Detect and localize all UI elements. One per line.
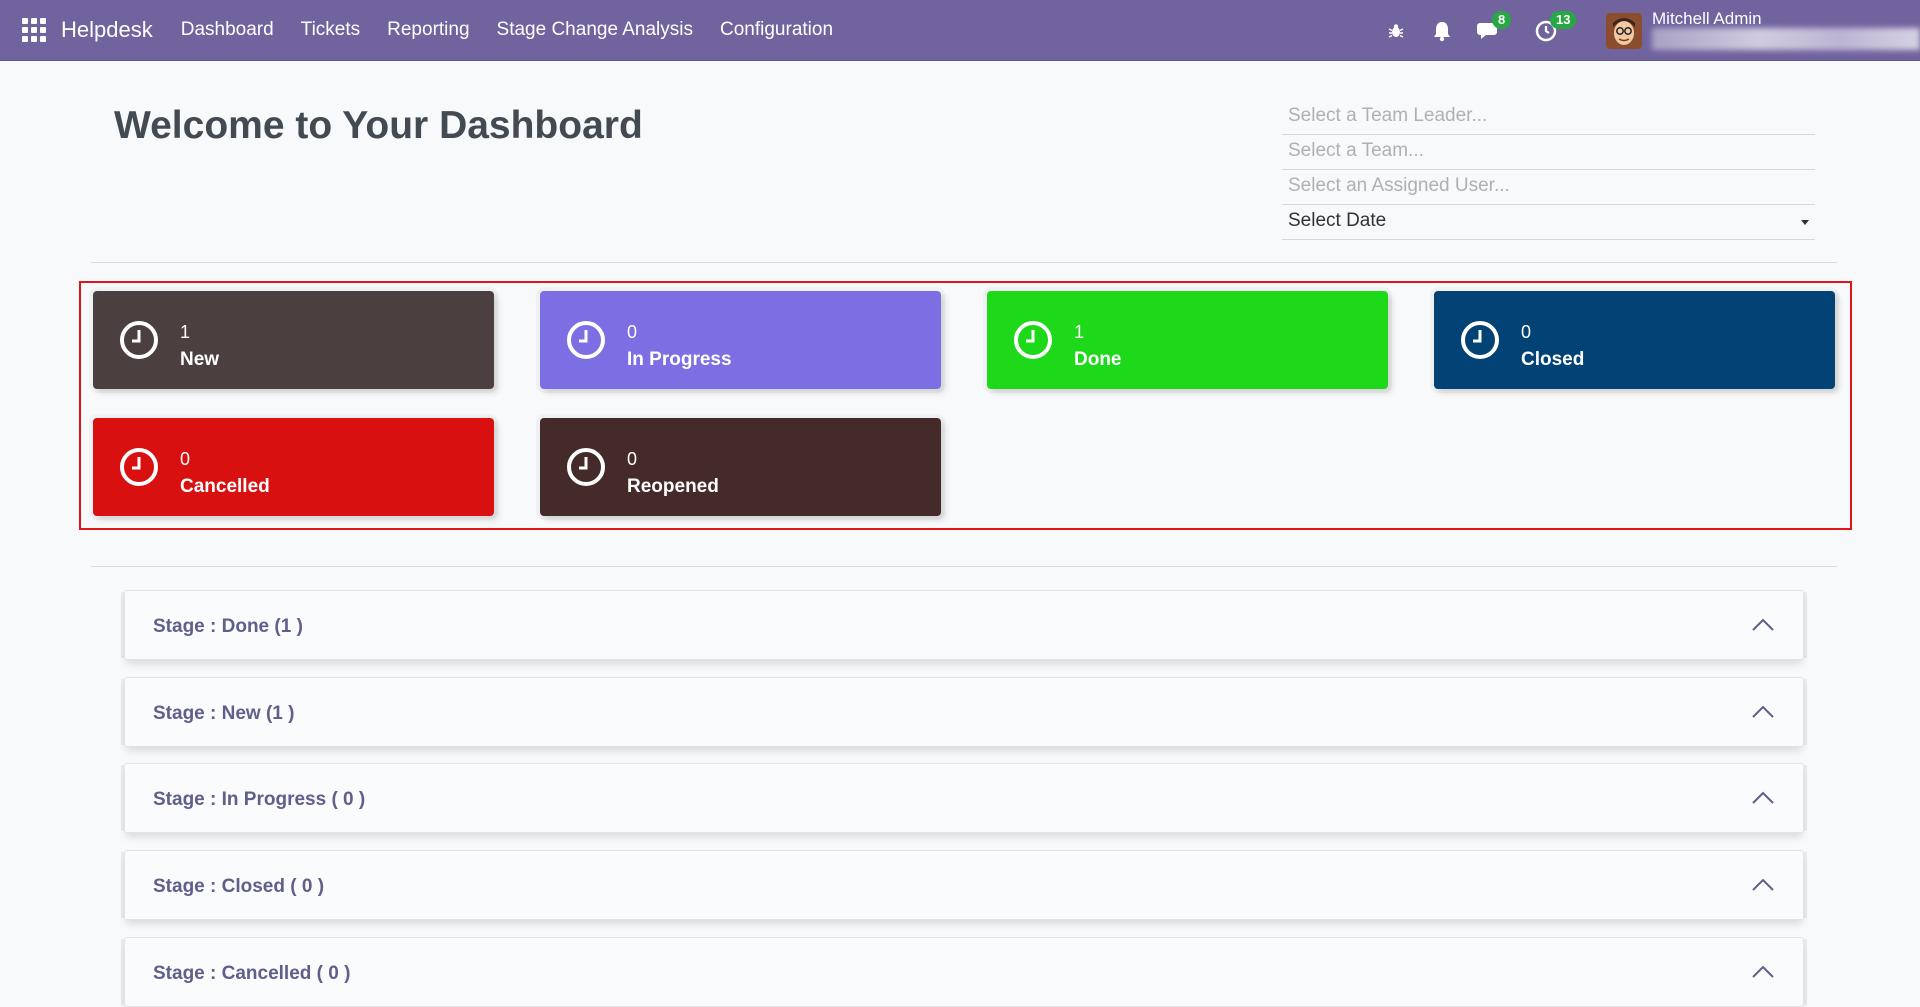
stage-accordion-closed[interactable]: Stage : Closed ( 0 ) bbox=[124, 850, 1804, 920]
activities-badge: 13 bbox=[1550, 10, 1577, 29]
card-count: 0 bbox=[1521, 322, 1532, 342]
card-count: 0 bbox=[180, 449, 191, 469]
card-label: Cancelled bbox=[180, 476, 270, 497]
bell-icon[interactable] bbox=[1428, 17, 1456, 45]
chat-icon[interactable]: 8 bbox=[1474, 10, 1512, 45]
top-navbar: Helpdesk Dashboard Tickets Reporting Sta… bbox=[0, 0, 1920, 61]
menu-dashboard[interactable]: Dashboard bbox=[181, 19, 274, 41]
chevron-up-icon[interactable] bbox=[1751, 876, 1775, 892]
dashboard-filters: Select a Team Leader... Select a Team...… bbox=[1282, 100, 1815, 240]
clock-icon bbox=[1461, 321, 1499, 359]
page-title: Welcome to Your Dashboard bbox=[114, 104, 643, 147]
chevron-up-icon[interactable] bbox=[1751, 616, 1775, 632]
team-leader-input[interactable]: Select a Team Leader... bbox=[1282, 100, 1815, 135]
menu-stage-change-analysis[interactable]: Stage Change Analysis bbox=[497, 19, 693, 41]
team-input[interactable]: Select a Team... bbox=[1282, 135, 1815, 170]
stage-title: Stage : New (1 ) bbox=[153, 703, 295, 724]
bug-icon[interactable] bbox=[1382, 17, 1410, 45]
header-divider bbox=[91, 262, 1837, 263]
card-done[interactable]: 1 Done bbox=[987, 291, 1388, 389]
stage-title: Stage : In Progress ( 0 ) bbox=[153, 789, 366, 810]
card-count: 1 bbox=[1074, 322, 1085, 342]
card-count: 0 bbox=[627, 449, 638, 469]
chevron-up-icon[interactable] bbox=[1751, 963, 1775, 979]
card-new[interactable]: 1 New bbox=[93, 291, 494, 389]
stage-accordion-done[interactable]: Stage : Done (1 ) bbox=[124, 590, 1804, 660]
menu-tickets[interactable]: Tickets bbox=[301, 19, 360, 41]
stage-title: Stage : Done (1 ) bbox=[153, 616, 303, 637]
card-cancelled[interactable]: 0 Cancelled bbox=[93, 418, 494, 516]
stage-accordion-new[interactable]: Stage : New (1 ) bbox=[124, 677, 1804, 747]
card-label: Closed bbox=[1521, 349, 1585, 370]
card-count: 1 bbox=[180, 322, 191, 342]
card-reopened[interactable]: 0 Reopened bbox=[540, 418, 941, 516]
clock-icon bbox=[1014, 321, 1052, 359]
cards-divider bbox=[91, 566, 1837, 567]
messages-badge: 8 bbox=[1492, 10, 1512, 29]
user-company-blurred bbox=[1652, 28, 1920, 50]
clock-icon bbox=[567, 321, 605, 359]
chevron-up-icon[interactable] bbox=[1751, 703, 1775, 719]
user-name: Mitchell Admin bbox=[1652, 9, 1762, 28]
assigned-user-input[interactable]: Select an Assigned User... bbox=[1282, 170, 1815, 205]
stage-title: Stage : Cancelled ( 0 ) bbox=[153, 963, 351, 984]
clock-icon[interactable]: 13 bbox=[1532, 10, 1577, 45]
stage-accordion-in-progress[interactable]: Stage : In Progress ( 0 ) bbox=[124, 763, 1804, 833]
menu-reporting[interactable]: Reporting bbox=[387, 19, 469, 41]
card-in-progress[interactable]: 0 In Progress bbox=[540, 291, 941, 389]
avatar[interactable] bbox=[1606, 12, 1642, 49]
app-brand[interactable]: Helpdesk bbox=[61, 17, 153, 43]
card-closed[interactable]: 0 Closed bbox=[1434, 291, 1835, 389]
date-select-value: Select Date bbox=[1288, 210, 1387, 231]
card-label: In Progress bbox=[627, 349, 732, 370]
main-menu: Dashboard Tickets Reporting Stage Change… bbox=[181, 19, 860, 41]
date-select[interactable]: Select Date bbox=[1282, 205, 1815, 240]
card-label: New bbox=[180, 349, 220, 370]
navbar-right: 8 13 Mitchell Admin bbox=[1382, 0, 1920, 61]
card-label: Done bbox=[1074, 349, 1122, 370]
clock-icon bbox=[120, 448, 158, 486]
clock-icon bbox=[567, 448, 605, 486]
stage-title: Stage : Closed ( 0 ) bbox=[153, 876, 325, 897]
chevron-up-icon[interactable] bbox=[1751, 789, 1775, 805]
caret-down-icon bbox=[1801, 220, 1809, 225]
card-label: Reopened bbox=[627, 476, 719, 497]
apps-grid-icon[interactable] bbox=[22, 18, 46, 42]
user-menu[interactable]: Mitchell Admin bbox=[1652, 0, 1920, 61]
menu-configuration[interactable]: Configuration bbox=[720, 19, 833, 41]
card-count: 0 bbox=[627, 322, 638, 342]
clock-icon bbox=[120, 321, 158, 359]
